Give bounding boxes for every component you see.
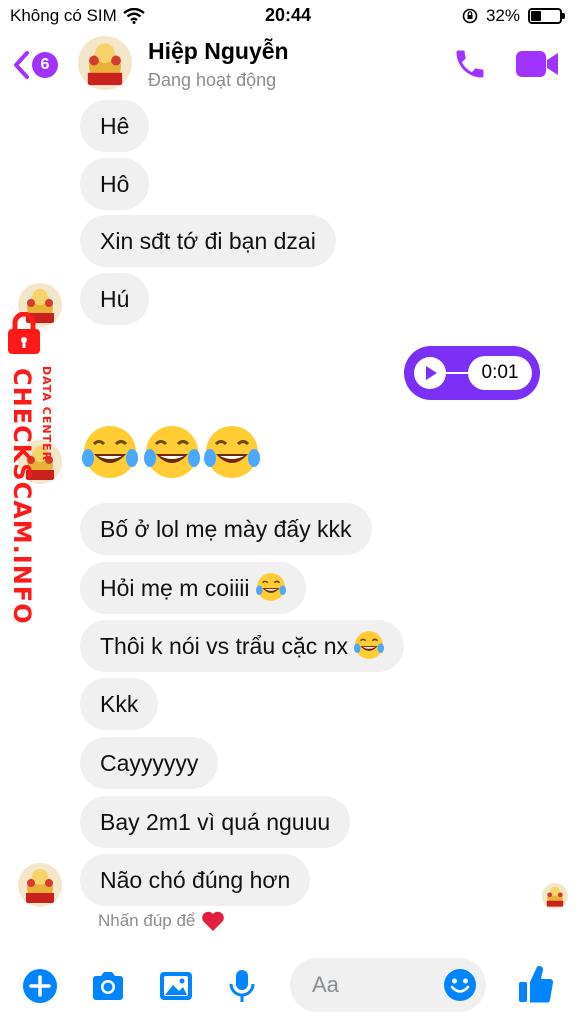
unread-count-badge: 6 [32,52,58,78]
laugh-cry-emoji [255,572,286,602]
sender-avatar [18,863,62,907]
laugh-cry-emoji [354,630,384,660]
message-bubble[interactable]: Cayyyyyy [80,737,219,789]
plus-icon[interactable] [20,966,60,1006]
contact-avatar[interactable] [78,36,132,90]
heart-icon [202,911,225,931]
message-input-placeholder: Aa [312,972,339,997]
thumbs-up-icon[interactable] [516,962,556,1006]
back-chevron-icon [14,51,29,79]
watermark: CHECKSCAM.INFO DATA CENTER [4,308,64,625]
gallery-icon[interactable] [156,966,196,1006]
watermark-main: CHECKSCAM.INFO [8,368,36,625]
mic-icon[interactable] [222,966,262,1006]
watermark-sub: DATA CENTER [40,366,53,462]
message-bubble[interactable]: Bố ở lol mẹ mày đấy kkk [80,503,372,555]
status-right: 32% [462,6,565,26]
message-bubble[interactable]: Hú [80,273,150,325]
message-input[interactable]: Aa [290,958,486,1012]
battery-fill [531,11,541,21]
double-tap-hint: Nhấn đúp để [98,910,225,932]
message-text: Thôi k nói vs trẩu cặc nx [100,633,348,659]
chat-header: 6 Hiệp Nguyễn Đang hoạt động [0,34,576,102]
camera-icon[interactable] [88,966,128,1006]
video-icon[interactable] [514,48,560,80]
message-bubble[interactable]: Xin sđt tớ đi bạn dzai [80,215,336,267]
message-bubble[interactable]: Kkk [80,678,159,730]
status-bar: Không có SIM 20:44 32% [0,0,576,34]
back-button[interactable]: 6 [12,50,58,80]
voice-message[interactable]: 0:01 [404,346,540,400]
hint-text: Nhấn đúp để [98,911,196,930]
battery-icon [528,8,565,24]
play-button[interactable] [414,357,446,389]
message-bubble[interactable]: Hô [80,158,150,210]
message-bubble[interactable]: Bay 2m1 vì quá nguuu [80,796,351,848]
message-bubble[interactable]: Hỏi mẹ m coiiii [80,562,306,614]
contact-name[interactable]: Hiệp Nguyễn [148,38,289,65]
lock-icon [8,312,40,354]
message-composer: Aa [0,952,576,1024]
contact-status: Đang hoạt động [148,70,277,90]
message-text: Hỏi mẹ m coiiii [100,575,250,601]
seen-receipt-avatar [542,883,568,909]
message-bubble[interactable]: Não chó đúng hơn [80,854,311,906]
phone-icon[interactable] [452,46,488,82]
laugh-cry-emoji[interactable] [204,424,260,480]
play-icon [426,366,437,380]
laugh-cry-emoji[interactable] [82,424,138,480]
lock-rotation-icon [462,8,478,24]
message-bubble[interactable]: Thôi k nói vs trẩu cặc nx [80,620,404,672]
smile-icon[interactable] [442,967,478,1003]
message-bubble[interactable]: Hê [80,100,150,152]
voice-duration: 0:01 [468,356,532,390]
battery-percent: 32% [485,6,520,25]
laugh-cry-emoji[interactable] [144,424,200,480]
